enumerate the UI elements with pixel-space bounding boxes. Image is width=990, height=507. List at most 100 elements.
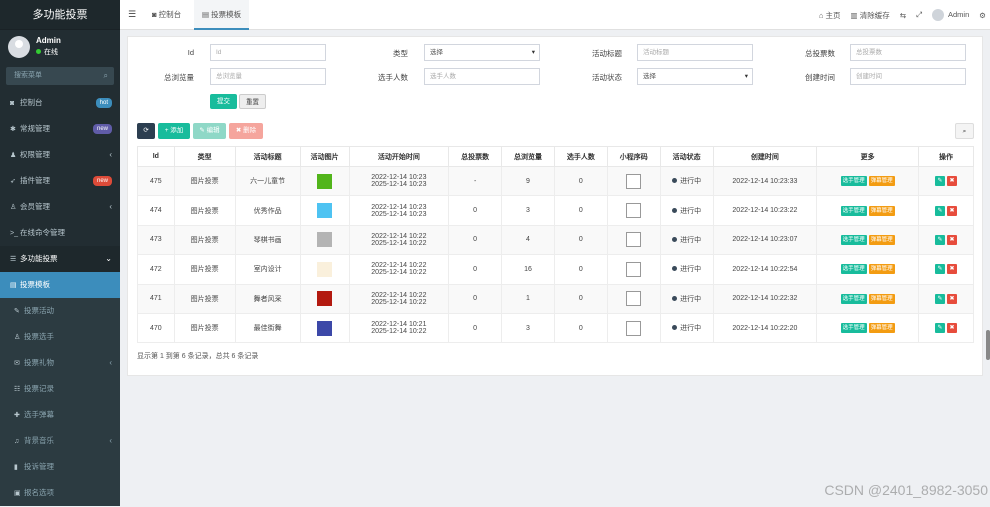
qrcode-image[interactable] xyxy=(626,291,642,307)
translate-icon[interactable]: ⇆ xyxy=(900,11,906,20)
row-edit-button[interactable]: ✎ xyxy=(934,205,945,216)
sidebar-item-15[interactable]: ▣ 报名选项 xyxy=(0,480,120,506)
danmaku-manage-button[interactable]: 弹幕管理 xyxy=(868,234,895,245)
search-toggle-button[interactable]: ⌕ xyxy=(955,123,974,139)
activity-image[interactable] xyxy=(317,173,333,189)
column-header[interactable]: Id xyxy=(137,146,175,167)
column-header[interactable]: 总浏览量 xyxy=(501,146,555,167)
filter-title-input[interactable]: 活动标题 xyxy=(637,44,753,61)
danmaku-manage-button[interactable]: 弹幕管理 xyxy=(868,323,895,334)
sidebar-item-3[interactable]: ➶ 插件管理 new xyxy=(0,168,120,194)
sidebar-item-1[interactable]: ✱ 常规管理 new xyxy=(0,116,120,142)
row-edit-button[interactable]: ✎ xyxy=(934,323,945,334)
home-link[interactable]: ⌂ 主页 xyxy=(819,10,841,21)
admin-menu[interactable]: Admin xyxy=(932,9,969,21)
menu-toggle-icon[interactable]: ☰ xyxy=(128,9,136,20)
row-edit-button[interactable]: ✎ xyxy=(934,176,945,187)
row-delete-button[interactable]: ✖ xyxy=(946,205,957,216)
player-manage-button[interactable]: 选手管理 xyxy=(840,176,867,187)
column-header[interactable]: 小程序码 xyxy=(606,146,661,167)
row-delete-button[interactable]: ✖ xyxy=(946,176,957,187)
column-header[interactable]: 活动状态 xyxy=(659,146,714,167)
table-row[interactable]: 473 图片投票 琴棋书画 2022-12-14 10:22 2025-12-14 10… xyxy=(137,224,975,256)
sidebar-item-12[interactable]: ✚ 选手弹幕 xyxy=(0,402,120,428)
sidebar-item-13[interactable]: ♫ 背景音乐 ‹ xyxy=(0,428,120,454)
sidebar-item-14[interactable]: ▮ 投诉管理 xyxy=(0,454,120,480)
sidebar-item-2[interactable]: ♟ 权限管理 ‹ xyxy=(0,142,120,168)
clear-cache-button[interactable]: ▥ 清除缓存 xyxy=(851,10,890,21)
table-row[interactable]: 474 图片投票 优秀作品 2022-12-14 10:23 2025-12-14 10… xyxy=(137,195,975,226)
column-header[interactable]: 创建时间 xyxy=(712,146,818,167)
activity-image[interactable] xyxy=(317,203,333,219)
reset-button[interactable]: 重置 xyxy=(239,94,266,109)
column-header[interactable]: 活动图片 xyxy=(299,146,350,167)
table-row[interactable]: 475 图片投票 六一儿童节 2022-12-14 10:23 2025-12-14 1… xyxy=(137,165,975,197)
activity-image[interactable] xyxy=(317,320,333,336)
add-button[interactable]: + 添加 xyxy=(158,123,190,139)
sidebar-item-5[interactable]: >_ 在线命令管理 xyxy=(0,220,120,246)
row-delete-button[interactable]: ✖ xyxy=(946,323,957,334)
danmaku-manage-button[interactable]: 弹幕管理 xyxy=(868,205,895,216)
column-header[interactable]: 总投票数 xyxy=(448,146,503,167)
player-manage-button[interactable]: 选手管理 xyxy=(840,293,867,304)
row-delete-button[interactable]: ✖ xyxy=(946,264,957,275)
sidebar-item-10[interactable]: ✉ 投票礼物 ‹ xyxy=(0,350,120,376)
qrcode-image[interactable] xyxy=(626,203,642,219)
table-row[interactable]: 471 图片投票 舞者风采 2022-12-14 10:22 2025-12-14 10… xyxy=(137,283,975,314)
column-header[interactable]: 选手人数 xyxy=(553,146,608,167)
brand-title[interactable]: 多功能投票 xyxy=(0,0,120,30)
row-edit-button[interactable]: ✎ xyxy=(934,264,945,275)
submit-button[interactable]: 提交 xyxy=(210,94,237,109)
sidebar-item-8[interactable]: ✎ 投票活动 xyxy=(0,298,120,324)
fullscreen-icon[interactable]: ⤢ xyxy=(916,10,922,20)
activity-image[interactable] xyxy=(317,261,333,277)
row-delete-button[interactable]: ✖ xyxy=(946,293,957,304)
refresh-button[interactable]: ⟳ xyxy=(137,123,155,139)
column-header[interactable]: 活动开始时间 xyxy=(348,146,450,167)
activity-image[interactable] xyxy=(317,291,333,307)
sidebar-item-4[interactable]: ♙ 会员管理 ‹ xyxy=(0,194,120,220)
column-header[interactable]: 类型 xyxy=(173,146,236,167)
filter-total-views-input[interactable]: 总浏览量 xyxy=(210,68,326,85)
sidebar-item-6[interactable]: ☰ 多功能投票 ⌄ xyxy=(0,246,120,272)
sidebar-search-input[interactable]: 搜索菜单 ⌕ xyxy=(6,67,114,85)
danmaku-manage-button[interactable]: 弹幕管理 xyxy=(868,264,895,275)
row-delete-button[interactable]: ✖ xyxy=(946,234,957,245)
table-row[interactable]: 472 图片投票 室内设计 2022-12-14 10:22 2025-12-14 10… xyxy=(137,254,975,285)
sidebar-item-11[interactable]: ☷ 投票记录 xyxy=(0,376,120,402)
gear-icon[interactable]: ⚙ xyxy=(979,11,986,20)
qrcode-image[interactable] xyxy=(626,173,642,189)
delete-button[interactable]: ✖ 删除 xyxy=(229,123,263,139)
qrcode-image[interactable] xyxy=(626,320,642,336)
tab-vote-template[interactable]: ▤ 投票模板 xyxy=(194,0,250,30)
row-edit-button[interactable]: ✎ xyxy=(934,293,945,304)
scrollbar[interactable] xyxy=(986,330,990,360)
qrcode-image[interactable] xyxy=(626,261,642,277)
filter-title-label: 活动标题 xyxy=(592,49,622,58)
filter-players-input[interactable]: 选手人数 xyxy=(424,68,540,85)
sidebar-item-7[interactable]: ▤ 投票模板 xyxy=(0,272,120,298)
sidebar-item-9[interactable]: ♙ 投票选手 xyxy=(0,324,120,350)
column-header[interactable]: 更多 xyxy=(816,146,919,167)
sidebar-item-0[interactable]: ◙ 控制台 hot xyxy=(0,90,120,116)
danmaku-manage-button[interactable]: 弹幕管理 xyxy=(868,176,895,187)
filter-status-select[interactable]: 选择 xyxy=(637,68,753,85)
edit-button[interactable]: ✎ 编辑 xyxy=(193,123,226,139)
activity-image[interactable] xyxy=(317,232,333,248)
column-header[interactable]: 活动标题 xyxy=(234,146,301,167)
column-header[interactable]: 操作 xyxy=(917,146,975,167)
filter-created-input[interactable]: 创建时间 xyxy=(850,68,966,85)
filter-id-input[interactable]: Id xyxy=(210,44,326,61)
table-row[interactable]: 470 图片投票 最佳街舞 2022-12-14 10:21 2025-12-14 10… xyxy=(137,312,975,344)
tab-dashboard[interactable]: ◙ 控制台 xyxy=(144,0,189,30)
search-icon[interactable]: ⌕ xyxy=(104,67,108,85)
filter-total-votes-input[interactable]: 总投票数 xyxy=(850,44,966,61)
filter-type-select[interactable]: 选择 xyxy=(424,44,540,61)
row-edit-button[interactable]: ✎ xyxy=(934,234,945,245)
player-manage-button[interactable]: 选手管理 xyxy=(840,234,867,245)
player-manage-button[interactable]: 选手管理 xyxy=(840,264,867,275)
danmaku-manage-button[interactable]: 弹幕管理 xyxy=(868,293,895,304)
player-manage-button[interactable]: 选手管理 xyxy=(840,323,867,334)
qrcode-image[interactable] xyxy=(626,232,642,248)
player-manage-button[interactable]: 选手管理 xyxy=(840,205,867,216)
